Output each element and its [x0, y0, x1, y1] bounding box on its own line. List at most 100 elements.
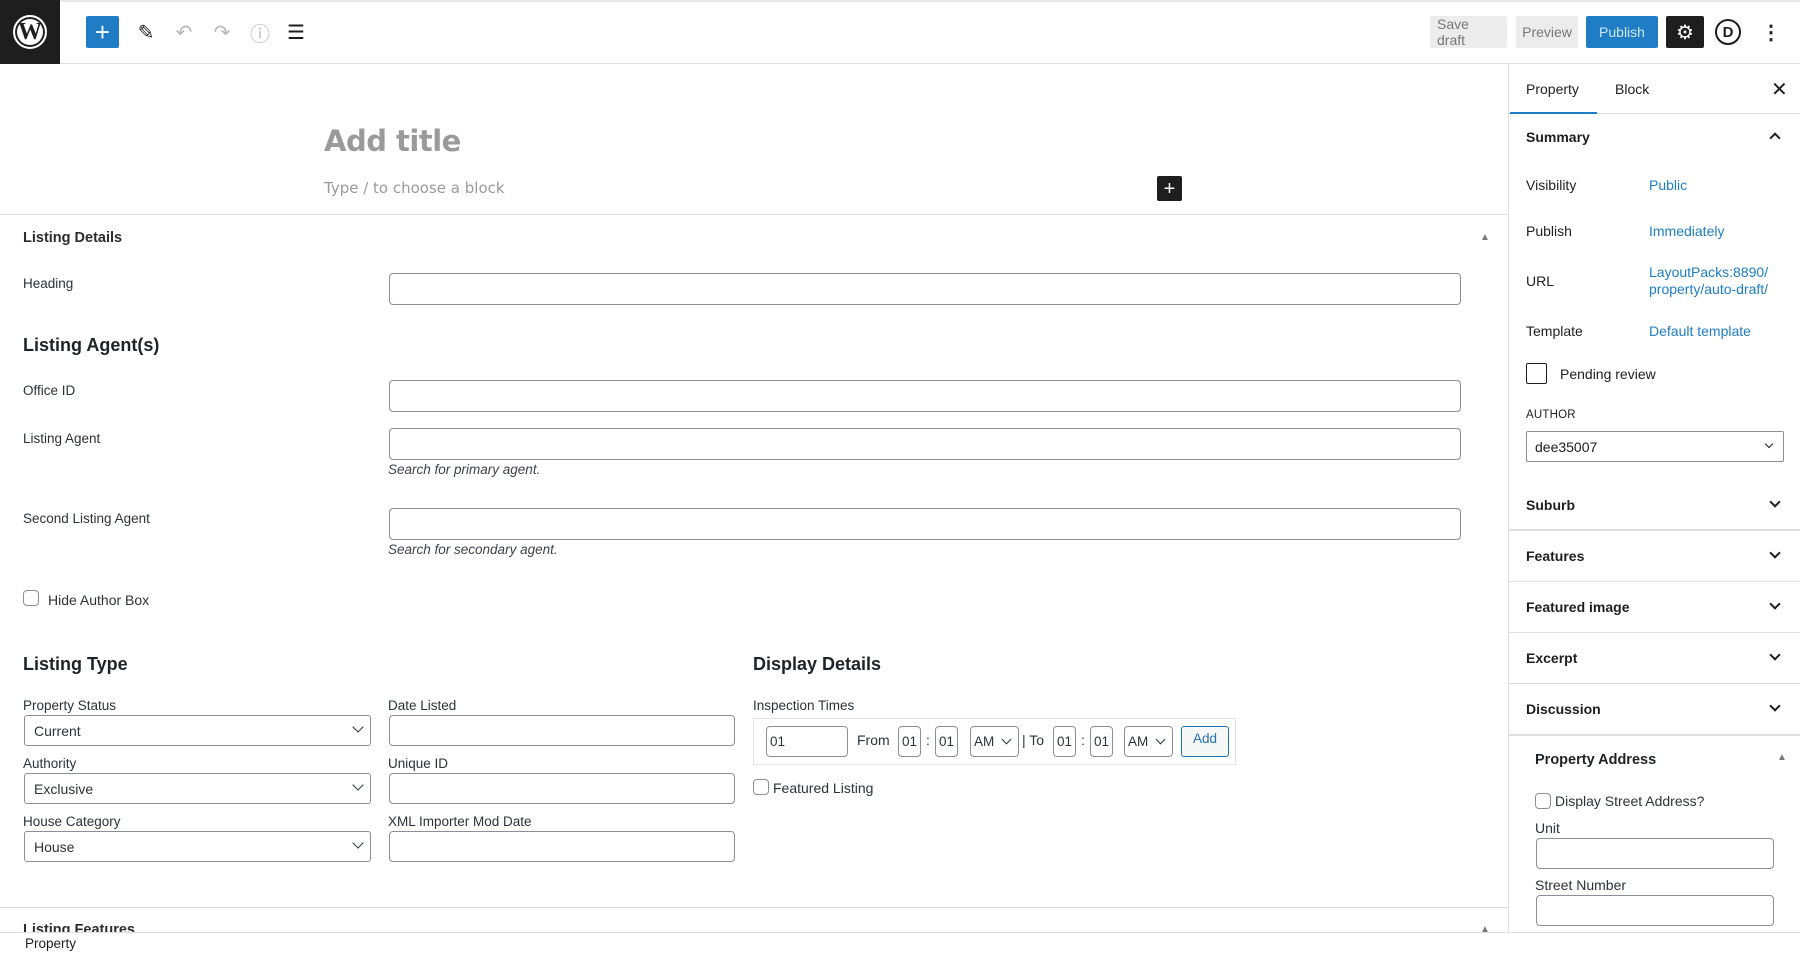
- heading-input[interactable]: [389, 273, 1461, 305]
- property-status-select[interactable]: Current: [24, 715, 371, 746]
- editor-footer: Property: [0, 932, 1800, 954]
- publish-date-link[interactable]: Immediately: [1649, 223, 1724, 240]
- tools-button[interactable]: ✎: [130, 16, 162, 48]
- close-sidebar-button[interactable]: ✕: [1771, 77, 1788, 102]
- featured-listing-checkbox[interactable]: [753, 779, 769, 795]
- colon-separator: :: [1081, 732, 1085, 748]
- discussion-panel[interactable]: Discussion: [1509, 684, 1800, 736]
- edit-tool-icon: ✎: [137, 21, 155, 44]
- from-label: From: [857, 732, 890, 748]
- chevron-down-icon[interactable]: [1769, 496, 1781, 508]
- chevron-down-icon[interactable]: [1769, 700, 1781, 712]
- template-link[interactable]: Default template: [1649, 323, 1751, 340]
- chevron-down-icon: [1764, 439, 1774, 449]
- unique-id-input[interactable]: [389, 773, 735, 804]
- undo-icon: ↶: [175, 21, 193, 44]
- tab-block[interactable]: Block: [1615, 81, 1649, 97]
- collapse-toggle-icon[interactable]: ▲: [1480, 232, 1490, 243]
- suburb-panel[interactable]: Suburb: [1509, 480, 1800, 531]
- second-agent-input[interactable]: [389, 508, 1461, 540]
- details-button[interactable]: ⓘ: [244, 16, 276, 48]
- unit-input[interactable]: [1536, 838, 1774, 869]
- features-panel[interactable]: Features: [1509, 531, 1800, 582]
- chevron-up-icon[interactable]: [1769, 132, 1781, 144]
- inspection-day-input[interactable]: 01: [766, 726, 848, 757]
- display-street-address-label: Display Street Address?: [1555, 793, 1705, 809]
- house-category-select[interactable]: House: [24, 831, 371, 862]
- wordpress-logo-button[interactable]: W: [0, 0, 60, 64]
- chevron-down-icon: [352, 721, 364, 733]
- collapse-toggle-icon[interactable]: ▲: [1777, 752, 1787, 763]
- chevron-down-icon[interactable]: [1769, 598, 1781, 610]
- discussion-panel-title[interactable]: Discussion: [1526, 701, 1601, 717]
- date-listed-label: Date Listed: [388, 698, 457, 713]
- pending-review-checkbox[interactable]: [1526, 363, 1547, 384]
- chevron-down-icon[interactable]: [1769, 649, 1781, 661]
- excerpt-panel-title[interactable]: Excerpt: [1526, 650, 1577, 666]
- chevron-down-icon[interactable]: [1769, 547, 1781, 559]
- second-agent-description: Search for secondary agent.: [388, 542, 558, 557]
- summary-panel-toggle[interactable]: Summary: [1526, 129, 1590, 145]
- listing-agents-heading: Listing Agent(s): [23, 335, 160, 355]
- collapse-toggle-icon[interactable]: ▲: [1480, 924, 1490, 932]
- more-vertical-icon: ⋮: [1761, 21, 1781, 44]
- metabox-title-listing-features[interactable]: Listing Features: [23, 922, 135, 932]
- to-ampm-select[interactable]: AM: [1124, 726, 1173, 757]
- chevron-down-icon: [352, 779, 364, 791]
- preview-button[interactable]: Preview: [1516, 16, 1578, 48]
- pending-review-label: Pending review: [1560, 366, 1656, 382]
- post-title-input[interactable]: Add title: [324, 124, 461, 158]
- unique-id-label: Unique ID: [388, 756, 449, 771]
- listing-features-metabox: Listing Features ▲: [0, 908, 1508, 932]
- publish-label: Publish: [1526, 223, 1572, 239]
- inspection-times-row: 01 From 01 : 01 AM | To 01 : 01 AM Add: [753, 718, 1236, 765]
- from-ampm-select[interactable]: AM: [970, 726, 1019, 757]
- block-inserter-button[interactable]: +: [1157, 176, 1182, 201]
- listing-agent-input[interactable]: [389, 428, 1461, 460]
- featured-image-panel[interactable]: Featured image: [1509, 582, 1800, 633]
- unit-label: Unit: [1535, 820, 1560, 836]
- property-address-title[interactable]: Property Address: [1535, 752, 1656, 768]
- tab-property[interactable]: Property: [1510, 81, 1597, 114]
- add-inspection-button[interactable]: Add: [1181, 726, 1229, 757]
- property-address-metabox: Property Address ▲ Display Street Addres…: [1509, 736, 1800, 932]
- display-details-heading: Display Details: [753, 654, 882, 674]
- metabox-title-listing-details[interactable]: Listing Details: [23, 230, 122, 246]
- excerpt-panel[interactable]: Excerpt: [1509, 633, 1800, 684]
- divi-icon: D: [1715, 19, 1741, 45]
- featured-image-panel-title[interactable]: Featured image: [1526, 599, 1629, 615]
- to-hour-input[interactable]: 01: [1053, 726, 1076, 757]
- url-link[interactable]: LayoutPacks:8890/ property/auto-draft/: [1649, 264, 1768, 298]
- publish-button[interactable]: Publish: [1586, 16, 1658, 48]
- heading-label: Heading: [23, 276, 74, 291]
- office-id-input[interactable]: [389, 380, 1461, 412]
- authority-label: Authority: [23, 756, 77, 771]
- metabox-divider: [0, 214, 1508, 215]
- save-draft-button[interactable]: Save draft: [1430, 16, 1507, 48]
- block-appender[interactable]: Type / to choose a block: [324, 179, 505, 197]
- breadcrumb[interactable]: Property: [25, 936, 76, 951]
- divi-button[interactable]: D: [1712, 16, 1744, 48]
- list-view-button[interactable]: ☰: [280, 16, 312, 48]
- xml-mod-date-input[interactable]: [389, 831, 735, 862]
- display-street-address-checkbox[interactable]: [1535, 793, 1551, 809]
- summary-panel: Summary Visibility Public Publish Immedi…: [1509, 114, 1800, 530]
- settings-button[interactable]: ⚙: [1666, 16, 1704, 48]
- hide-author-checkbox[interactable]: [23, 590, 39, 606]
- visibility-value-link[interactable]: Public: [1649, 177, 1687, 194]
- redo-button[interactable]: ↷: [206, 16, 238, 48]
- to-minute-input[interactable]: 01: [1090, 726, 1113, 757]
- date-listed-input[interactable]: [389, 715, 735, 746]
- second-agent-label: Second Listing Agent: [23, 511, 150, 526]
- add-block-button[interactable]: +: [86, 16, 119, 48]
- options-menu-button[interactable]: ⋮: [1756, 16, 1786, 48]
- from-hour-input[interactable]: 01: [898, 726, 921, 757]
- from-minute-input[interactable]: 01: [935, 726, 958, 757]
- street-number-input[interactable]: [1536, 895, 1774, 926]
- authority-select[interactable]: Exclusive: [24, 773, 371, 804]
- author-select[interactable]: dee35007: [1526, 431, 1784, 462]
- suburb-panel-title[interactable]: Suburb: [1526, 497, 1575, 513]
- url-label: URL: [1526, 273, 1555, 289]
- undo-button[interactable]: ↶: [168, 16, 200, 48]
- features-panel-title[interactable]: Features: [1526, 548, 1584, 564]
